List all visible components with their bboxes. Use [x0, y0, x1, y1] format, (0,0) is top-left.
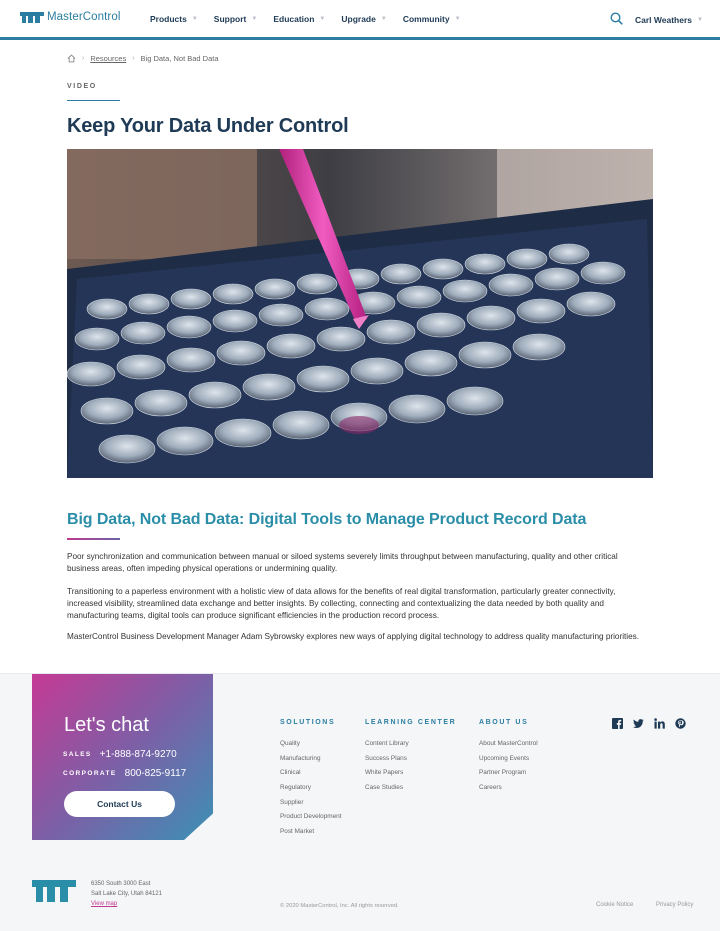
footer-link[interactable]: Regulatory: [280, 784, 341, 791]
facebook-icon[interactable]: [612, 718, 623, 729]
footer-link[interactable]: Content Library: [365, 740, 456, 747]
footer-link[interactable]: About MasterControl: [479, 740, 538, 747]
nav-upgrade[interactable]: Upgrade ▼: [341, 14, 386, 24]
footer-column-title: SOLUTIONS: [280, 719, 336, 726]
body-paragraph: MasterControl Business Development Manag…: [67, 632, 640, 641]
sales-phone-link[interactable]: +1-888-874-9270: [100, 749, 177, 760]
home-icon[interactable]: [67, 54, 76, 63]
breadcrumb: › Resources › Big Data, Not Bad Data: [67, 54, 219, 63]
breadcrumb-separator: ›: [82, 55, 85, 62]
lets-chat-panel: Let's chat SALES +1-888-874-9270 CORPORA…: [32, 674, 213, 840]
copyright-text: © 2020 MasterControl, Inc. All rights re…: [280, 903, 399, 909]
mastercontrol-logo-icon[interactable]: [32, 880, 76, 902]
linkedin-icon[interactable]: [654, 718, 665, 729]
view-map-link[interactable]: View map: [91, 901, 117, 907]
eyebrow-divider: [67, 100, 120, 101]
nav-education[interactable]: Education ▼: [273, 14, 325, 24]
cookie-notice-link[interactable]: Cookie Notice: [596, 902, 633, 908]
page-title: Keep Your Data Under Control: [67, 115, 349, 137]
site-footer: Let's chat SALES +1-888-874-9270 CORPORA…: [0, 673, 720, 931]
corporate-phone-line: CORPORATE 800-825-9117: [63, 768, 186, 779]
content-type-label: VIDEO: [67, 83, 97, 90]
site-header: MasterControl Products ▼ Support ▼ Educati…: [0, 0, 720, 40]
corporate-phone-link[interactable]: 800-825-9117: [125, 768, 187, 779]
footer-link[interactable]: White Papers: [365, 769, 456, 776]
nav-support[interactable]: Support ▼: [214, 14, 258, 24]
breadcrumb-resources-link[interactable]: Resources: [90, 54, 126, 63]
user-menu[interactable]: Carl Weathers ▼: [635, 15, 703, 25]
footer-link[interactable]: Post Market: [280, 828, 341, 835]
chevron-down-icon: ▼: [319, 16, 326, 22]
footer-link[interactable]: Supplier: [280, 799, 341, 806]
section-divider: [67, 538, 120, 540]
social-links: [612, 718, 696, 729]
corporate-label: CORPORATE: [63, 770, 117, 777]
body-paragraph: Transitioning to a paperless environment…: [67, 587, 616, 620]
mastercontrol-logo-icon: [20, 11, 44, 23]
address-line: Salt Lake City, Utah 84121: [91, 891, 162, 897]
address-line: 6350 South 3000 East: [91, 881, 151, 887]
footer-link[interactable]: Manufacturing: [280, 755, 341, 762]
footer-column-title: ABOUT US: [479, 719, 529, 726]
lab-pipette-illustration: [67, 149, 653, 478]
chevron-down-icon: ▼: [251, 16, 258, 22]
privacy-policy-link[interactable]: Privacy Policy: [656, 902, 693, 908]
brand-logo[interactable]: MasterControl: [20, 11, 121, 23]
breadcrumb-separator: ›: [132, 55, 135, 62]
sales-phone-line: SALES +1-888-874-9270: [63, 749, 177, 760]
nav-community[interactable]: Community ▼: [403, 14, 461, 24]
footer-column-about-us: ABOUT US About MasterControl Upcoming Ev…: [479, 719, 538, 799]
footer-link[interactable]: Case Studies: [365, 784, 456, 791]
contact-us-button[interactable]: Contact Us: [64, 791, 175, 817]
search-icon[interactable]: [610, 12, 623, 25]
chevron-down-icon: ▼: [380, 16, 387, 22]
footer-column-solutions: SOLUTIONS Quality Manufacturing Clinical…: [280, 719, 341, 843]
footer-link[interactable]: Upcoming Events: [479, 755, 538, 762]
main-nav: Products ▼ Support ▼ Education ▼ Upgrade ▼ C…: [150, 14, 477, 24]
footer-link[interactable]: Partner Program: [479, 769, 538, 776]
brand-name: MasterControl: [47, 11, 121, 23]
sales-label: SALES: [63, 751, 92, 758]
chevron-down-icon: ▼: [191, 16, 198, 22]
chevron-down-icon: ▼: [697, 17, 703, 23]
user-name: Carl Weathers: [635, 15, 693, 25]
pinterest-icon[interactable]: [675, 718, 686, 729]
breadcrumb-current: Big Data, Not Bad Data: [140, 54, 219, 63]
footer-link[interactable]: Careers: [479, 784, 538, 791]
section-title: Big Data, Not Bad Data: Digital Tools to…: [67, 511, 587, 528]
chat-title: Let's chat: [64, 714, 149, 736]
video-hero-image[interactable]: [67, 149, 653, 478]
footer-link[interactable]: Quality: [280, 740, 341, 747]
company-address: 6350 South 3000 East Salt Lake City, Uta…: [91, 879, 162, 899]
chevron-down-icon: ▼: [454, 16, 461, 22]
twitter-icon[interactable]: [633, 718, 644, 729]
footer-link[interactable]: Success Plans: [365, 755, 456, 762]
footer-column-title: LEARNING CENTER: [365, 719, 457, 726]
footer-link[interactable]: Product Development: [280, 813, 341, 820]
nav-products[interactable]: Products ▼: [150, 14, 198, 24]
footer-link[interactable]: Clinical: [280, 769, 341, 776]
body-paragraph: Poor synchronization and communication b…: [67, 552, 618, 573]
footer-column-learning-center: LEARNING CENTER Content Library Success …: [365, 719, 456, 799]
